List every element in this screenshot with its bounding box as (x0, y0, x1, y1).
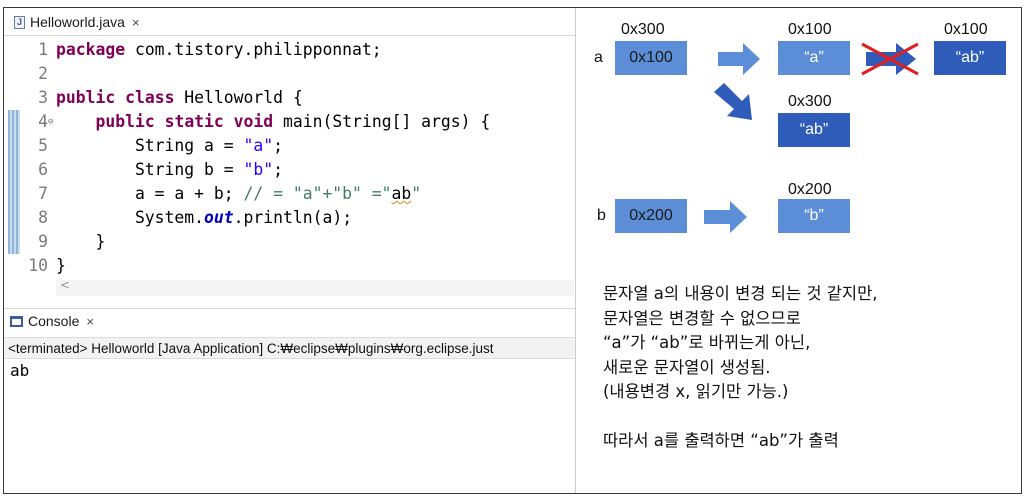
box3-address-label: 0x300 (788, 93, 832, 110)
diagonal-arrow-icon (714, 83, 752, 120)
variable-b-label: b (597, 207, 606, 224)
note-line: “a”가 “ab”로 바뀌는게 아닌, (603, 333, 811, 352)
reference-a-box: 0x100 (615, 41, 687, 75)
address-a-label: 0x300 (621, 21, 665, 38)
reference-b-box: 0x200 (615, 199, 687, 233)
box4-address-label: 0x200 (788, 181, 832, 198)
right-arrow-icon (704, 201, 747, 233)
string-ab-box-new: “ab” (778, 113, 850, 147)
note-line: 따라서 a를 출력하면 “ab”가 출력 (603, 431, 839, 450)
note-line (603, 405, 878, 430)
string-a-box: “a” (778, 41, 850, 75)
string-ab-box-crossed: “ab” (934, 41, 1006, 75)
note-line: 문자열은 변경할 수 없으므로 (603, 308, 801, 328)
variable-a-label: a (594, 49, 603, 66)
right-arrow-icon (718, 43, 760, 75)
string-b-box: “b” (778, 199, 850, 233)
note-line: (내용변경 x, 읽기만 가능.) (603, 382, 789, 401)
box2-address-label: 0x100 (944, 21, 988, 38)
box1-address-label: 0x100 (788, 21, 832, 38)
note-line: 문자열 a의 내용이 변경 되는 것 같지만, (603, 284, 878, 303)
explanation-notes: 문자열 a의 내용이 변경 되는 것 같지만, 문자열은 변경할 수 없으므로 “a… (603, 282, 878, 454)
reference-a-old-value: 0x100 (629, 49, 673, 66)
note-line: 새로운 문자열이 생성됨. (603, 357, 771, 377)
